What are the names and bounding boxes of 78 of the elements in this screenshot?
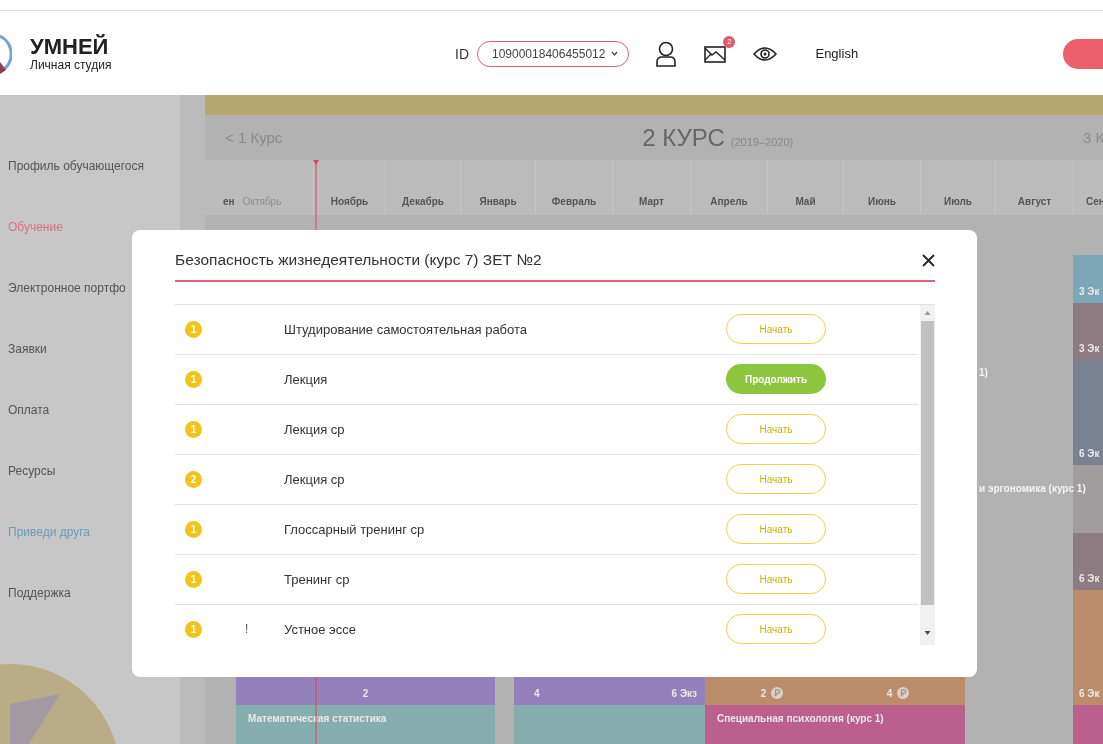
warning-mark: ! — [245, 622, 249, 636]
block-label: 4 — [886, 687, 893, 699]
start-button[interactable]: Начать — [726, 564, 826, 594]
schedule-block[interactable]: Математическая статистика — [236, 705, 495, 744]
continue-button[interactable]: Продолжить — [726, 364, 826, 394]
course-title: 2 КУРС — [642, 123, 725, 152]
sidebar-item[interactable]: Электронное портфо — [8, 280, 126, 295]
activity-title: Глоссарный тренинг ср — [284, 521, 426, 537]
coin-icon — [897, 687, 910, 699]
block-label: 3 Эк — [1079, 286, 1100, 297]
block-label: Специальная психология (курс 1) — [717, 713, 884, 724]
sidebar-item[interactable]: Заявки — [8, 341, 47, 356]
sidebar-item[interactable]: Обучение — [8, 219, 63, 234]
month-label: Февраль — [551, 196, 597, 207]
count-badge: 1 — [185, 620, 202, 638]
user-icon[interactable] — [655, 40, 678, 67]
activity-title: Тренинг ср — [284, 571, 351, 587]
schedule-block[interactable]: 3 Эк — [1073, 255, 1103, 303]
block-label: 6 Экз — [671, 688, 697, 699]
month-label: Январь — [479, 196, 517, 207]
start-button[interactable]: Начать — [726, 414, 826, 444]
sidebar-item[interactable]: Ресурсы — [8, 463, 56, 478]
activity-title: Лекция ср — [284, 471, 346, 487]
month-label: Август — [1017, 196, 1052, 207]
block-label: 6 Эк — [1079, 448, 1100, 459]
logo-icon — [0, 33, 12, 74]
eye-icon[interactable] — [753, 44, 778, 63]
start-button[interactable]: Начать — [726, 314, 826, 344]
month-label: Ноябрь — [330, 196, 369, 207]
logo-title: УМНЕЙ — [30, 35, 110, 58]
activity-title: Устное эссе — [284, 621, 357, 637]
sidebar-item[interactable]: Поддержка — [8, 585, 71, 600]
scrollbar[interactable] — [920, 304, 935, 645]
month-label: Июнь — [868, 196, 896, 207]
month-label: ен — [223, 196, 235, 207]
activity-title: Штудирование самостоятельная работа — [284, 321, 529, 337]
block-label: 6 Эк — [1079, 688, 1100, 699]
month-label: Декабрь — [402, 196, 444, 207]
notification-badge: 2 — [723, 35, 736, 48]
activity-title: Лекция ср — [284, 421, 346, 437]
sidebar-item[interactable]: Профиль обучающегося — [8, 158, 145, 173]
month-label: Апрель — [710, 196, 748, 207]
modal-title: Безопасность жизнедеятельности (курс 7) ЗЕТ №2 — [175, 251, 542, 269]
block-label: 3 Эк — [1079, 343, 1100, 354]
block-label: 4 — [534, 688, 540, 699]
schedule-block[interactable]: 6 Эк — [1073, 533, 1103, 590]
block-label: 2 — [760, 687, 767, 699]
schedule-block[interactable]: 6 Эк — [1073, 590, 1103, 705]
count-badge: 1 — [185, 370, 202, 388]
language-link[interactable]: English — [815, 46, 859, 61]
block-label: Математическая статистика — [248, 713, 387, 724]
count-badge: 1 — [185, 320, 202, 338]
caret-icon — [611, 51, 619, 56]
logo-subtitle: Личная студия — [30, 57, 112, 72]
start-button[interactable]: Начать — [726, 614, 826, 644]
count-badge: 1 — [185, 420, 202, 438]
activity-title: Лекция — [284, 371, 329, 387]
month-label: Март — [639, 196, 664, 207]
action-button[interactable] — [1063, 38, 1103, 69]
start-button[interactable]: Начать — [726, 514, 826, 544]
count-badge: 1 — [185, 570, 202, 588]
schedule-block[interactable]: 6 Эк — [1073, 360, 1103, 465]
course-label: и эргономика (курс 1) — [979, 483, 1086, 494]
coin-icon — [771, 687, 784, 699]
schedule-block[interactable]: 3 Эк — [1073, 303, 1103, 360]
close-icon[interactable] — [922, 253, 935, 267]
count-badge: 2 — [185, 470, 202, 488]
month-label: Май — [795, 196, 816, 207]
sidebar-item[interactable]: Приведи друга — [8, 524, 91, 539]
block-label: 6 Эк — [1079, 573, 1100, 584]
block-label: 2 — [362, 688, 369, 699]
sidebar-item[interactable]: Оплата — [8, 402, 50, 417]
count-badge: 1 — [185, 520, 202, 538]
course-label: 1) — [979, 367, 988, 378]
schedule-block[interactable]: Специальная психология (курс 1) — [705, 705, 965, 744]
start-button[interactable]: Начать — [726, 464, 826, 494]
month-label: Июль — [944, 196, 972, 207]
id-label: ID — [455, 45, 469, 62]
